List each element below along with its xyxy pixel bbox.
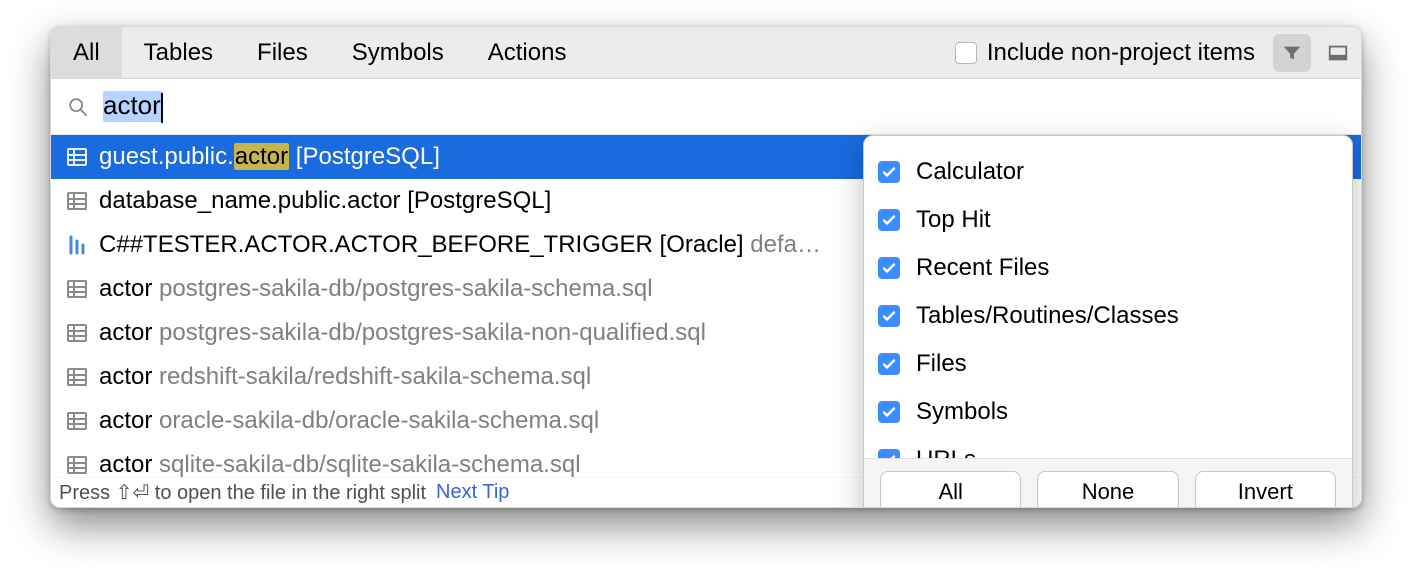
result-label: C##TESTER.ACTOR.ACTOR_BEFORE_TRIGGER [Or… — [99, 231, 821, 259]
filter-item[interactable]: Tables/Routines/Classes — [878, 292, 1342, 340]
filter-item[interactable]: Recent Files — [878, 244, 1342, 292]
table-icon — [65, 189, 89, 213]
include-non-project-toggle[interactable]: Include non-project items — [955, 27, 1269, 78]
result-label: actor sqlite-sakila-db/sqlite-sakila-sch… — [99, 451, 581, 479]
tab-tables[interactable]: Tables — [122, 27, 235, 78]
checkbox-icon[interactable] — [955, 42, 977, 64]
filter-item[interactable]: Symbols — [878, 388, 1342, 436]
filter-footer: All None Invert — [864, 458, 1352, 508]
table-icon — [65, 321, 89, 345]
filter-button[interactable] — [1273, 34, 1311, 72]
search-everywhere-window: AllTablesFilesSymbolsActions Include non… — [50, 26, 1362, 508]
result-label: guest.public.actor [PostgreSQL] — [99, 143, 440, 171]
trigger-icon — [65, 233, 89, 257]
table-icon — [65, 365, 89, 389]
checkbox-icon[interactable] — [878, 305, 900, 327]
filter-item-label: Files — [916, 350, 967, 378]
checkbox-icon[interactable] — [878, 401, 900, 423]
filter-item[interactable]: Top Hit — [878, 196, 1342, 244]
filter-popover: Calculator Top Hit Recent Files Tables/Rout… — [863, 135, 1353, 508]
filter-item-label: Top Hit — [916, 206, 991, 234]
tabs: AllTablesFilesSymbolsActions — [51, 27, 588, 78]
tab-actions[interactable]: Actions — [466, 27, 589, 78]
search-query[interactable]: actor — [103, 90, 163, 122]
checkbox-icon[interactable] — [878, 257, 900, 279]
filter-all-button[interactable]: All — [880, 471, 1021, 508]
result-label: actor postgres-sakila-db/postgres-sakila… — [99, 275, 653, 303]
toolbar: AllTablesFilesSymbolsActions Include non… — [51, 27, 1361, 79]
filter-item-label: URLs — [916, 446, 976, 458]
tab-symbols[interactable]: Symbols — [330, 27, 466, 78]
table-icon — [65, 409, 89, 433]
filter-item[interactable]: Files — [878, 340, 1342, 388]
checkbox-icon[interactable] — [878, 353, 900, 375]
checkbox-icon[interactable] — [878, 161, 900, 183]
filter-item[interactable]: URLs — [878, 436, 1342, 458]
body-area: guest.public.actor [PostgreSQL] database_… — [51, 135, 1361, 477]
search-icon — [67, 96, 89, 118]
checkbox-icon[interactable] — [878, 449, 900, 458]
table-icon — [65, 453, 89, 477]
tab-all[interactable]: All — [51, 27, 122, 78]
filter-item-label: Symbols — [916, 398, 1008, 426]
filter-invert-button[interactable]: Invert — [1195, 471, 1336, 508]
table-icon — [65, 277, 89, 301]
open-in-window-button[interactable] — [1319, 34, 1357, 72]
filter-item-label: Calculator — [916, 158, 1024, 186]
tab-files[interactable]: Files — [235, 27, 330, 78]
filter-item-label: Recent Files — [916, 254, 1049, 282]
filter-list: Calculator Top Hit Recent Files Tables/Rout… — [864, 136, 1352, 458]
result-label: actor postgres-sakila-db/postgres-sakila… — [99, 319, 706, 347]
filter-item-label: Tables/Routines/Classes — [916, 302, 1179, 330]
result-label: actor redshift-sakila/redshift-sakila-sc… — [99, 363, 591, 391]
filter-item[interactable]: Calculator — [878, 148, 1342, 196]
table-icon — [65, 145, 89, 169]
checkbox-icon[interactable] — [878, 209, 900, 231]
include-label: Include non-project items — [987, 39, 1255, 67]
result-label: database_name.public.actor [PostgreSQL] — [99, 187, 551, 215]
result-label: actor oracle-sakila-db/oracle-sakila-sch… — [99, 407, 599, 435]
search-input-row[interactable]: actor — [51, 79, 1361, 135]
filter-none-button[interactable]: None — [1037, 471, 1178, 508]
